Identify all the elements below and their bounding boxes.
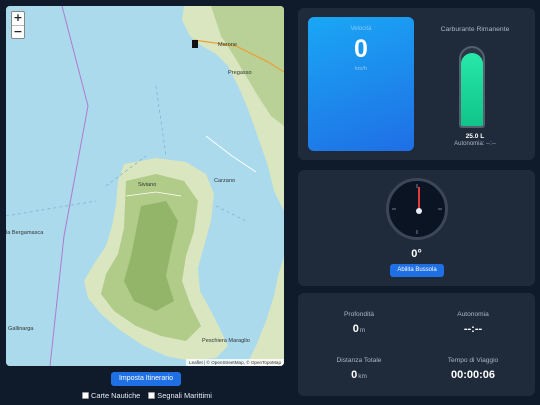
sea-marks-checkbox[interactable] xyxy=(148,392,156,399)
compass-center xyxy=(416,208,422,214)
fuel-autonomy: Autonomia: --:-- xyxy=(454,141,496,147)
travel-time-label: Tempo di Viaggio xyxy=(447,357,499,364)
speed-card: Velocità 0 km/h xyxy=(308,17,414,151)
fuel-title: Carburante Rimanente xyxy=(440,26,510,33)
fuel-gauge xyxy=(459,46,485,128)
speed-unit: km/h xyxy=(355,66,367,72)
stats-panel: Profondità 0m Autonomia --:-- Distanza T… xyxy=(298,293,535,396)
map-label-peschiera: Peschiera Maraglio xyxy=(202,338,250,344)
fuel-value: 25.0 L xyxy=(465,133,485,140)
distance-label: Distanza Totale xyxy=(336,357,382,364)
depth-value-row: 0m xyxy=(304,323,414,335)
stat-autonomy: Autonomia --:-- xyxy=(418,311,528,335)
map-view[interactable]: + − Marone Pregasso Carzano Siviano la B… xyxy=(6,6,284,366)
speed-label: Velocità xyxy=(350,26,372,32)
set-route-button[interactable]: Imposta Itinerario xyxy=(111,372,181,386)
heading-value: 0° xyxy=(411,248,422,260)
sea-marks-label: Segnali Marittimi xyxy=(157,391,212,400)
speed-fuel-panel: Velocità 0 km/h Carburante Rimanente 25.… xyxy=(298,8,535,160)
speed-value: 0 xyxy=(354,35,368,63)
enable-compass-button[interactable]: Abilita Bussola xyxy=(390,264,444,277)
nautical-charts-label: Carte Nautiche xyxy=(91,391,141,400)
distance-value-row: 0km xyxy=(304,369,414,381)
stat-depth: Profondità 0m xyxy=(304,311,414,335)
distance-value: 0 xyxy=(351,369,358,381)
autonomy-label: Autonomia xyxy=(457,311,489,318)
map-label-marone: Marone xyxy=(218,42,237,48)
map-label-pregasso: Pregasso xyxy=(228,70,252,76)
zoom-out-button[interactable]: − xyxy=(12,25,24,38)
depth-value: 0 xyxy=(352,323,359,335)
distance-unit: km xyxy=(358,373,367,380)
fuel-gauge-fill xyxy=(461,53,483,126)
stat-travel-time: Tempo di Viaggio 00:00:06 xyxy=(418,357,528,381)
nautical-charts-option[interactable]: Carte Nautiche xyxy=(82,391,140,400)
depth-unit: m xyxy=(359,327,366,334)
depth-label: Profondità xyxy=(343,311,375,318)
autonomy-value: --:-- xyxy=(463,323,483,335)
compass-panel: 0° Abilita Bussola xyxy=(298,170,535,286)
compass-needle xyxy=(418,187,420,210)
zoom-control: + − xyxy=(11,11,25,39)
stat-distance: Distanza Totale 0km xyxy=(304,357,414,381)
map-label-carzano: Carzano xyxy=(214,178,236,184)
map-label-gallinarga: Gallinarga xyxy=(8,326,34,332)
zoom-in-button[interactable]: + xyxy=(12,12,24,25)
map-layer-options: Carte Nautiche Segnali Marittimi xyxy=(82,391,212,400)
travel-time-value: 00:00:06 xyxy=(450,369,496,381)
map-label-bergamasca: la Bergamasca xyxy=(6,230,44,236)
map-attribution[interactable]: Leaflet | © OpenStreetMap, © OpenTopoMap xyxy=(186,359,284,366)
compass-dial xyxy=(386,178,448,240)
nautical-charts-checkbox[interactable] xyxy=(82,392,89,399)
sea-marks-option[interactable]: Segnali Marittimi xyxy=(148,391,212,400)
map-label-siviano: Siviano xyxy=(138,182,157,188)
